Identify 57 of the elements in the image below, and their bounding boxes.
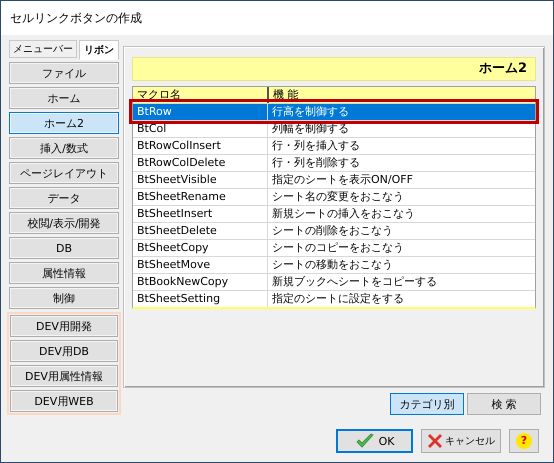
table-row[interactable]: BtSheetVisible 指定のシートを表示ON/OFF	[133, 171, 535, 188]
table-row[interactable]: BtSheetCopy シートのコピーをおこなう	[133, 239, 535, 256]
window-title: セルリンクボタンの作成	[10, 10, 142, 26]
table-cell-text: 行・列を挿入する	[271, 138, 361, 154]
category-button[interactable]: 制御	[9, 287, 119, 309]
panel-title: ホーム2	[132, 57, 536, 81]
table-cell-text: 新規ブックへシートをコピーする	[271, 274, 438, 290]
table-cell: BtSheetInsert	[133, 206, 268, 222]
category-button[interactable]: DEV用WEB	[10, 390, 118, 412]
table-row[interactable]: BtSheetSetting 指定のシートに設定をする	[133, 290, 535, 307]
table-cell: BtSheetSetting	[133, 291, 268, 307]
table-cell: BtSheetVisible	[133, 172, 268, 188]
category-button[interactable]: DEV用DB	[10, 340, 118, 362]
table-row[interactable]: BtSheetMove シートの移動をおこなう	[133, 256, 535, 273]
table-cell-text: 行高を制御する	[271, 104, 350, 120]
tab[interactable]: メニューバー	[9, 40, 77, 58]
table-row[interactable]: BtRowColDelete 行・列を削除する	[133, 154, 535, 171]
table-cell: BtSheetCopy	[133, 240, 268, 256]
table-cell-text: シートのコピーをおこなう	[271, 240, 405, 256]
table-row[interactable]: BtRowColInsert 行・列を挿入する	[133, 137, 535, 154]
category-button[interactable]: 校閲/表示/開発	[9, 212, 119, 234]
tab[interactable]: リボン	[79, 40, 119, 60]
view-tab[interactable]: カテゴリ別	[390, 393, 464, 415]
table-cell: BtCol	[133, 121, 268, 137]
table-cell: BtRowColInsert	[133, 138, 268, 154]
category-button[interactable]: 挿入/数式	[9, 137, 119, 159]
table-cell-text: シートの削除をおこなう	[271, 223, 394, 239]
category-button[interactable]: DEV用開発	[10, 315, 118, 337]
table-cell: BtBookNewCopy	[133, 274, 268, 290]
view-tab[interactable]: 検 索	[467, 393, 541, 415]
table-cell: BtRowColDelete	[133, 155, 268, 171]
table-row[interactable]: BtSheetDelete シートの削除をおこなう	[133, 222, 535, 239]
category-button[interactable]: ファイル	[9, 62, 119, 84]
category-button[interactable]: DB	[9, 237, 119, 259]
table-cell-text: 指定のシートに設定をする	[271, 291, 405, 307]
category-button[interactable]: 属性情報	[9, 262, 119, 284]
category-button[interactable]: DEV用属性情報	[10, 365, 118, 387]
table-cell: BtSheetDelete	[133, 223, 268, 239]
table-cell: BtRow	[133, 104, 268, 120]
table-row[interactable]: BtSheetInsert 新規シートの挿入をおこなう	[133, 205, 535, 222]
ok-button[interactable]: OK	[336, 429, 413, 453]
category-button[interactable]: データ	[9, 187, 119, 209]
help-button[interactable]: ?	[509, 429, 539, 453]
table-cell-text: 指定のシートを表示ON/OFF	[271, 172, 414, 188]
table-cell: BtSheetRename	[133, 189, 268, 205]
category-button[interactable]: ページレイアウト	[9, 162, 119, 184]
table-cell-text: 行・列を削除する	[271, 155, 361, 171]
cancel-button[interactable]: キャンセル	[421, 429, 501, 453]
category-button[interactable]: ホーム	[9, 87, 119, 109]
table-cell: BtSheetMove	[133, 257, 268, 273]
table-cell-text: シート名の変更をおこなう	[271, 189, 405, 205]
table-cell-text: 新規シートの挿入をおこなう	[271, 206, 416, 222]
table-cell-text: シートの移動をおこなう	[271, 257, 394, 273]
category-button[interactable]: ホーム2	[9, 112, 119, 134]
table-row[interactable]: BtBookNewCopy 新規ブックへシートをコピーする	[133, 273, 535, 290]
column-header[interactable]: 機 能	[269, 87, 535, 103]
table-row[interactable]: BtSheetRename シート名の変更をおこなう	[133, 188, 535, 205]
